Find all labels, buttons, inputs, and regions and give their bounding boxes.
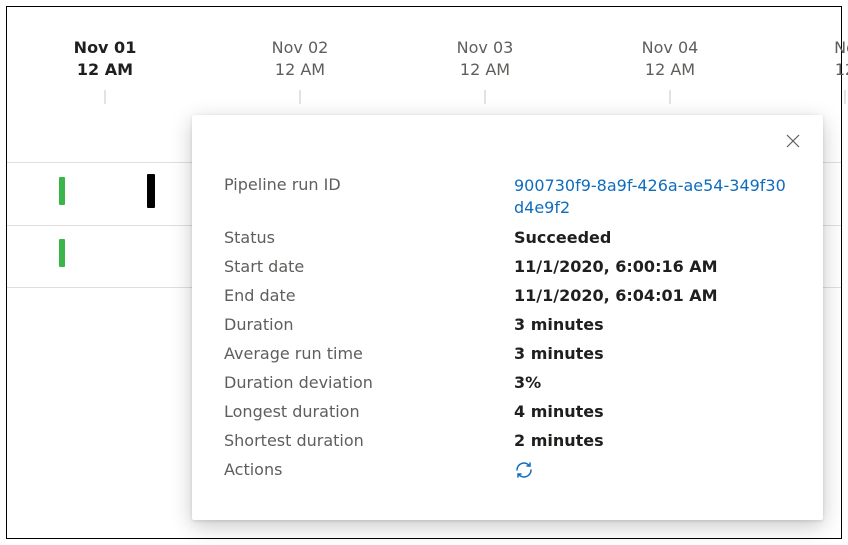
close-button[interactable]	[779, 127, 807, 155]
value-avg-run-time: 3 minutes	[514, 344, 791, 363]
value-actions	[514, 460, 791, 484]
run-details-popover: Pipeline run ID 900730f9-8a9f-426a-ae54-…	[192, 115, 823, 520]
date-label: Nov 0312 AM	[457, 37, 514, 80]
rerun-icon	[514, 460, 534, 480]
timeline-tick	[670, 90, 671, 104]
value-shortest-duration: 2 minutes	[514, 431, 791, 450]
date-label-line2: 12	[834, 59, 848, 81]
label-actions: Actions	[224, 460, 504, 484]
timeline-tick	[845, 90, 846, 104]
label-duration-deviation: Duration deviation	[224, 373, 504, 392]
rerun-button[interactable]	[514, 460, 534, 480]
date-label: No12	[834, 37, 848, 80]
timeline-tick	[300, 90, 301, 104]
date-label-line2: 12 AM	[74, 59, 137, 81]
value-status: Succeeded	[514, 228, 791, 247]
label-end-date: End date	[224, 286, 504, 305]
label-start-date: Start date	[224, 257, 504, 276]
value-pipeline-run-id[interactable]: 900730f9-8a9f-426a-ae54-349f30d4e9f2	[514, 175, 791, 218]
value-end-date: 11/1/2020, 6:04:01 AM	[514, 286, 791, 305]
label-status: Status	[224, 228, 504, 247]
date-label-line1: No	[834, 37, 848, 59]
label-shortest-duration: Shortest duration	[224, 431, 504, 450]
close-icon	[785, 133, 801, 149]
date-label-line1: Nov 02	[272, 37, 329, 59]
pipeline-run-bar[interactable]	[59, 239, 65, 267]
date-label-line1: Nov 03	[457, 37, 514, 59]
date-label-line2: 12 AM	[457, 59, 514, 81]
date-label: Nov 0112 AM	[74, 37, 137, 80]
date-label: Nov 0212 AM	[272, 37, 329, 80]
label-duration: Duration	[224, 315, 504, 334]
timeline-header: Nov 0112 AMNov 0212 AMNov 0312 AMNov 041…	[7, 7, 841, 97]
label-avg-run-time: Average run time	[224, 344, 504, 363]
gantt-view-frame: Nov 0112 AMNov 0212 AMNov 0312 AMNov 041…	[6, 6, 842, 539]
details-grid: Pipeline run ID 900730f9-8a9f-426a-ae54-…	[224, 175, 791, 484]
value-longest-duration: 4 minutes	[514, 402, 791, 421]
date-label-line2: 12 AM	[642, 59, 699, 81]
pipeline-run-bar[interactable]	[59, 177, 65, 205]
value-duration-deviation: 3%	[514, 373, 791, 392]
date-label-line2: 12 AM	[272, 59, 329, 81]
label-pipeline-run-id: Pipeline run ID	[224, 175, 504, 218]
pipeline-run-bar-selected[interactable]	[147, 174, 155, 208]
label-longest-duration: Longest duration	[224, 402, 504, 421]
value-start-date: 11/1/2020, 6:00:16 AM	[514, 257, 791, 276]
date-label-line1: Nov 01	[74, 37, 137, 59]
date-label-line1: Nov 04	[642, 37, 699, 59]
timeline-tick	[105, 90, 106, 104]
timeline-tick	[485, 90, 486, 104]
value-duration: 3 minutes	[514, 315, 791, 334]
date-label: Nov 0412 AM	[642, 37, 699, 80]
